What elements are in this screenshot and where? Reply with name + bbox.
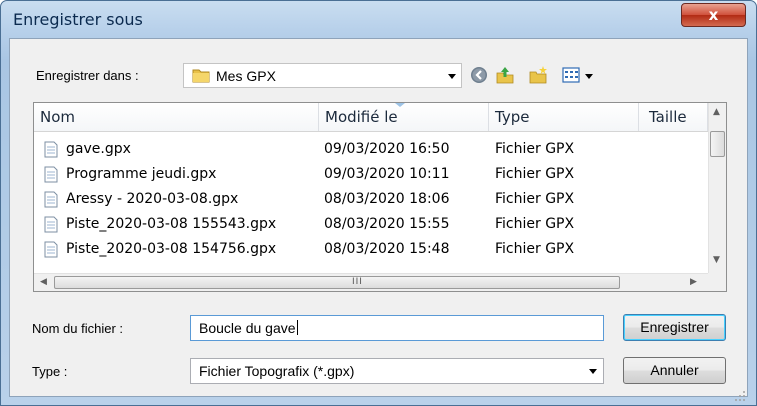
file-icon xyxy=(44,216,58,233)
horizontal-scroll-thumb[interactable]: III xyxy=(54,276,620,289)
vertical-scrollbar[interactable]: ▲ ▼ xyxy=(708,103,726,273)
column-header-type-label: Type xyxy=(495,108,530,126)
scroll-corner xyxy=(708,273,726,291)
file-list[interactable]: Nom Modifié le Type Taille gave.gpx 09/0… xyxy=(33,102,727,292)
header-divider xyxy=(34,131,726,132)
current-folder: Mes GPX xyxy=(216,68,276,84)
chevron-down-icon xyxy=(589,369,597,374)
filename-input[interactable]: Boucle du gave xyxy=(190,315,604,341)
file-type: Fichier GPX xyxy=(495,241,575,257)
list-item[interactable]: Piste_2020-03-08 154756.gpx 08/03/2020 1… xyxy=(34,238,708,262)
file-type: Fichier GPX xyxy=(495,216,575,232)
close-icon: x xyxy=(708,6,719,24)
text-caret xyxy=(296,320,298,335)
scroll-left-icon[interactable]: ◀ xyxy=(40,277,47,287)
file-icon xyxy=(44,191,58,208)
cancel-button[interactable]: Annuler xyxy=(623,357,726,384)
file-type: Fichier GPX xyxy=(495,166,575,182)
chevron-down-icon xyxy=(448,74,456,79)
file-modified: 09/03/2020 16:50 xyxy=(324,141,450,157)
scroll-down-icon[interactable]: ▼ xyxy=(713,255,720,265)
resize-grip-icon[interactable] xyxy=(734,390,746,402)
file-icon xyxy=(44,141,58,158)
save-button[interactable]: Enregistrer xyxy=(623,314,726,341)
title-bar[interactable]: Enregistrer sous x xyxy=(1,1,756,38)
up-folder-icon[interactable] xyxy=(495,65,515,85)
file-name: Piste_2020-03-08 154756.gpx xyxy=(66,241,277,257)
scroll-right-icon[interactable]: ▶ xyxy=(690,277,697,287)
filetype-select[interactable]: Fichier Topografix (*.gpx) xyxy=(190,358,604,384)
close-button[interactable]: x xyxy=(681,3,746,27)
column-header-size[interactable]: Taille xyxy=(639,103,708,132)
file-name: Programme jeudi.gpx xyxy=(66,166,217,182)
folder-icon xyxy=(192,69,210,83)
file-name: Aressy - 2020-03-08.gpx xyxy=(66,191,239,207)
filetype-label: Type : xyxy=(32,364,68,379)
list-item[interactable]: Programme jeudi.gpx 09/03/2020 10:11 Fic… xyxy=(34,163,708,187)
scroll-up-icon[interactable]: ▲ xyxy=(713,107,720,117)
dialog-title: Enregistrer sous xyxy=(13,10,143,29)
list-item[interactable]: Aressy - 2020-03-08.gpx 08/03/2020 18:06… xyxy=(34,188,708,212)
filetype-value: Fichier Topografix (*.gpx) xyxy=(199,363,355,379)
file-name: gave.gpx xyxy=(66,141,131,157)
filename-label: Nom du fichier : xyxy=(32,321,124,336)
list-item[interactable]: gave.gpx 09/03/2020 16:50 Fichier GPX xyxy=(34,138,708,162)
file-type: Fichier GPX xyxy=(495,191,575,207)
file-icon xyxy=(44,166,58,183)
view-menu-chevron-icon[interactable] xyxy=(585,74,593,79)
column-header-type[interactable]: Type xyxy=(489,103,639,132)
file-type: Fichier GPX xyxy=(495,141,575,157)
location-combobox[interactable]: Mes GPX xyxy=(183,63,462,88)
new-folder-icon[interactable] xyxy=(528,65,548,85)
file-modified: 09/03/2020 10:11 xyxy=(324,166,450,182)
file-modified: 08/03/2020 15:55 xyxy=(324,216,450,232)
view-menu-icon[interactable] xyxy=(562,65,582,85)
save-button-label: Enregistrer xyxy=(640,319,709,335)
column-header-size-label: Taille xyxy=(649,108,687,126)
horizontal-scrollbar[interactable]: ◀ III ▶ xyxy=(34,273,708,291)
column-header-name[interactable]: Nom xyxy=(34,103,319,132)
column-header-name-label: Nom xyxy=(40,108,76,126)
column-header-modified-label: Modifié le xyxy=(325,108,398,126)
file-icon xyxy=(44,241,58,258)
file-modified: 08/03/2020 15:48 xyxy=(324,241,450,257)
sort-indicator-icon xyxy=(395,103,405,107)
file-modified: 08/03/2020 18:06 xyxy=(324,191,450,207)
list-item[interactable]: Piste_2020-03-08 155543.gpx 08/03/2020 1… xyxy=(34,213,708,237)
filename-value-wrap: Boucle du gave xyxy=(199,320,298,336)
file-name: Piste_2020-03-08 155543.gpx xyxy=(66,216,277,232)
filename-value: Boucle du gave xyxy=(199,320,296,336)
back-icon[interactable] xyxy=(469,65,489,85)
vertical-scroll-thumb[interactable] xyxy=(710,131,725,157)
scroll-grip: III xyxy=(352,277,363,287)
cancel-button-label: Annuler xyxy=(650,362,699,378)
location-label: Enregistrer dans : xyxy=(36,68,139,83)
column-header-modified[interactable]: Modifié le xyxy=(319,103,489,132)
